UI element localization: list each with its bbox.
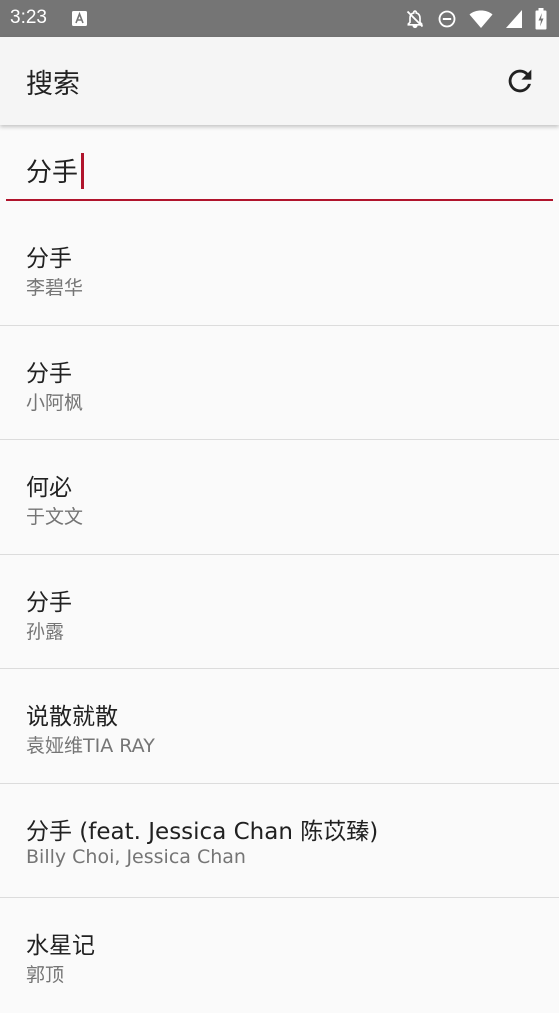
result-item[interactable]: 分手 小阿枫 [0, 326, 559, 440]
refresh-button[interactable] [501, 62, 539, 100]
status-time: 3:23 [10, 7, 47, 28]
notifications-off-icon [406, 10, 424, 29]
status-bar: 3:23 [0, 0, 559, 37]
result-artist: Billy Choi, Jessica Chan [26, 845, 246, 868]
page-title: 搜索 [26, 69, 80, 100]
result-item[interactable]: 分手 李碧华 [0, 211, 559, 326]
wifi-icon [469, 10, 493, 28]
result-title: 分手 (feat. Jessica Chan 陈苡臻) [26, 818, 379, 845]
do-not-disturb-icon [438, 10, 456, 28]
result-item[interactable]: 说散就散 袁娅维TIA RAY [0, 669, 559, 784]
result-artist: 于文文 [26, 506, 84, 528]
result-artist: 郭顶 [26, 964, 65, 986]
result-artist: 小阿枫 [26, 391, 84, 414]
status-icons [405, 8, 547, 30]
result-artist: 袁娅维TIA RAY [26, 735, 155, 757]
result-title: 分手 [26, 246, 72, 272]
result-title: 说散就散 [26, 704, 118, 730]
cell-signal-icon [506, 10, 522, 28]
result-item[interactable]: 何必 于文文 [0, 440, 559, 555]
result-title: 分手 [26, 589, 72, 616]
battery-icon [535, 8, 547, 30]
search-query: 分手 [26, 158, 79, 188]
result-artist: 孙露 [26, 620, 65, 643]
app-bar: 搜索 [0, 37, 559, 125]
result-item[interactable]: 分手 孙露 [0, 555, 559, 669]
result-title: 分手 [26, 360, 72, 387]
notification-a-icon [72, 11, 87, 26]
result-title: 何必 [26, 475, 72, 501]
result-artist: 李碧华 [26, 277, 84, 299]
refresh-icon [508, 69, 532, 93]
result-item[interactable]: 分手 (feat. Jessica Chan 陈苡臻) Billy Choi, … [0, 784, 559, 898]
result-item[interactable]: 水星记 郭顶 [0, 898, 559, 1013]
search-input[interactable]: 分手 [6, 140, 553, 201]
result-title: 水星记 [26, 933, 95, 959]
search-input-text: 分手 [26, 152, 84, 189]
search-results-list: 分手 李碧华 分手 小阿枫 何必 于文文 分手 孙露 说散就散 袁娅维TIA R… [0, 211, 559, 1013]
text-cursor [81, 152, 84, 189]
